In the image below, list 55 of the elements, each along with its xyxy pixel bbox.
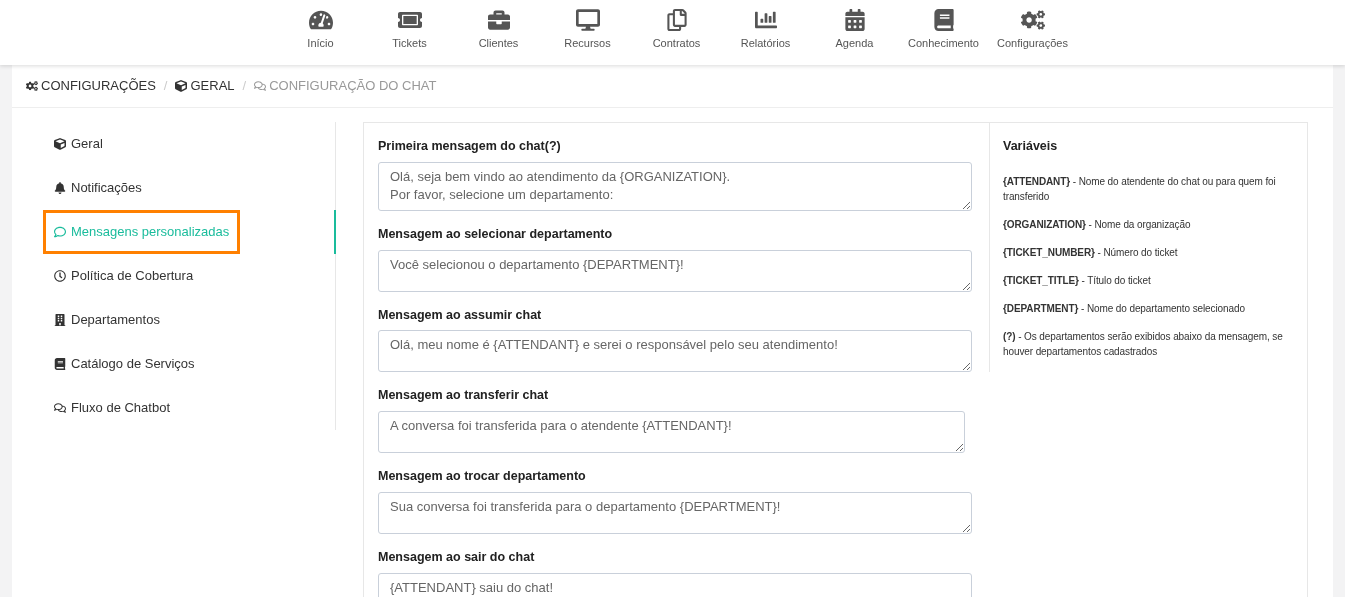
- briefcase-icon: [486, 8, 511, 31]
- dashboard-icon: [308, 8, 333, 31]
- nav-item[interactable]: Recursos: [544, 8, 631, 51]
- message-field[interactable]: Você selecionou o departamento {DEPARTMENT}!: [378, 249, 972, 292]
- field-label: Mensagem ao trocar departamento: [378, 468, 587, 485]
- sidebar-item[interactable]: Fluxo de Chatbot: [46, 389, 178, 427]
- message-field[interactable]: Olá, seja bem vindo ao atendimento da {ORGANIZATION}. Por favor, selecione um departamento:: [378, 161, 972, 211]
- variables-title: Variáveis: [1003, 138, 1059, 155]
- calendar-icon: [842, 8, 867, 31]
- nav-item[interactable]: Agenda: [811, 8, 898, 51]
- breadcrumb-separator: /: [163, 77, 168, 96]
- cube-icon: [54, 138, 66, 150]
- message-field[interactable]: Sua conversa foi transferida para o departamento {DEPARTMENT}!: [378, 491, 972, 534]
- sidebar-item[interactable]: Catálogo de Serviços: [46, 345, 203, 383]
- field-label: Mensagem ao transferir chat: [378, 387, 550, 405]
- clock-icon: [54, 270, 66, 282]
- nav-item[interactable]: Configurações: [989, 8, 1076, 51]
- speech-bubble-icon: [54, 226, 66, 238]
- field-label: Mensagem ao sair do chat: [378, 548, 536, 566]
- message-field[interactable]: A conversa foi transferida para o atendente {ATTENDANT}!: [378, 411, 965, 453]
- nav-item[interactable]: Clientes: [455, 8, 542, 51]
- chat-icon: [254, 80, 267, 92]
- message-field[interactable]: {ATTENDANT} saiu do chat!: [378, 572, 972, 597]
- sidebar-item[interactable]: Departamentos: [46, 301, 168, 339]
- variable-description: {ORGANIZATION} - Nome da organização: [1003, 217, 1192, 232]
- sidebar-item[interactable]: Geral: [46, 125, 111, 163]
- documents-icon: [664, 8, 689, 31]
- field-label: Primeira mensagem do chat(?): [378, 138, 562, 155]
- nav-item[interactable]: Tickets: [366, 8, 453, 51]
- breadcrumb-separator: /: [242, 77, 247, 96]
- bell-icon: [54, 182, 66, 194]
- breadcrumb-link[interactable]: GERAL: [175, 76, 235, 96]
- message-field[interactable]: Olá, meu nome é {ATTENDANT} e serei o responsável pelo seu atendimento!: [378, 330, 972, 373]
- nav-item[interactable]: Relatórios: [722, 8, 809, 51]
- nav-item[interactable]: Contratos: [633, 8, 720, 51]
- variable-description: {TICKET_TITLE} - Título do ticket: [1003, 273, 1152, 288]
- book-icon: [54, 358, 66, 370]
- breadcrumb-link[interactable]: CONFIGURAÇÕES: [26, 76, 156, 96]
- variable-description: {TICKET_NUMBER} - Número do ticket: [1003, 245, 1179, 260]
- sidebar-item[interactable]: Notificações: [46, 169, 150, 207]
- nav-item[interactable]: Início: [277, 8, 364, 51]
- field-label: Mensagem ao selecionar departamento: [378, 225, 614, 243]
- sidebar-item[interactable]: Política de Cobertura: [46, 257, 202, 295]
- chat-icon: [54, 402, 66, 414]
- nav-item[interactable]: Conhecimento: [900, 8, 987, 51]
- building-icon: [54, 314, 66, 326]
- settings-icon: [26, 80, 38, 92]
- cube-icon: [175, 80, 188, 92]
- book-icon: [931, 8, 956, 31]
- variable-description: (?) - Os departamentos serão exibidos abaixo da mensagem, se houver departamentos cadastrados: [1003, 329, 1284, 359]
- settings-icon: [1020, 8, 1045, 31]
- monitor-icon: [575, 8, 600, 31]
- field-label: Mensagem ao assumir chat: [378, 306, 543, 324]
- variable-description: {DEPARTMENT} - Nome do departamento selecionado: [1003, 301, 1246, 316]
- variable-description: {ATTENDANT} - Nome do atendente do chat ou para quem foi transferido: [1003, 174, 1277, 204]
